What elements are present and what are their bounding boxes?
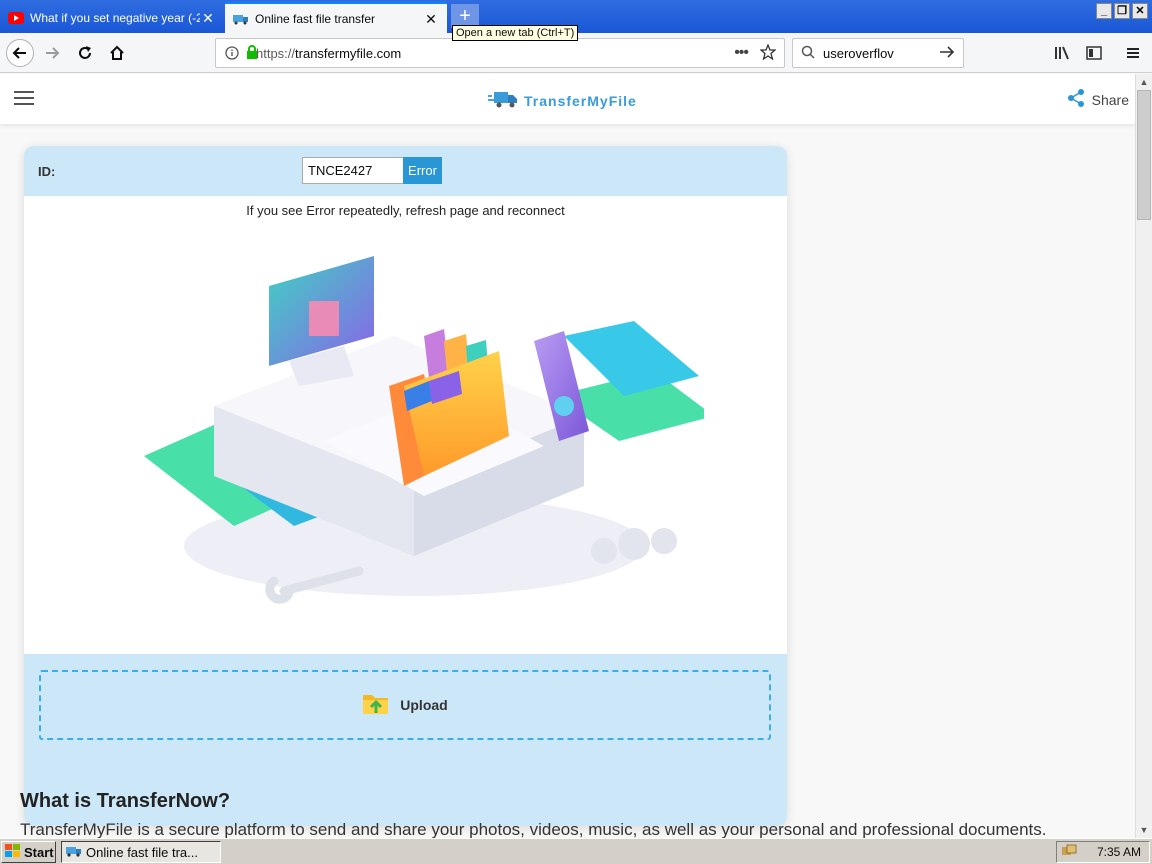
scroll-up-arrow-icon[interactable]: ▲ <box>1136 74 1152 90</box>
search-bar[interactable]: useroverflov <box>792 38 964 68</box>
youtube-icon <box>8 10 24 26</box>
home-button[interactable] <box>103 39 131 67</box>
windows-logo-icon <box>5 843 21 861</box>
browser-tab-bar: What if you set negative year (-2 ✕ Onli… <box>0 0 1152 41</box>
close-icon[interactable]: ✕ <box>200 10 216 26</box>
minimize-button[interactable]: _ <box>1096 3 1112 19</box>
connection-status-button[interactable]: Error <box>403 157 442 184</box>
sidebar-icon[interactable] <box>1086 46 1102 63</box>
vertical-scrollbar[interactable]: ▲ ▼ <box>1135 74 1152 838</box>
close-icon[interactable]: ✕ <box>423 11 439 27</box>
url-domain: transfermyfile.com <box>295 45 402 61</box>
search-go-icon[interactable] <box>939 45 955 62</box>
tab-title: Online fast file transfer <box>255 11 376 26</box>
id-label: ID: <box>38 164 56 179</box>
taskbar: Start Online fast file tra... 7:35 AM <box>0 838 1152 864</box>
library-icon[interactable] <box>1054 46 1070 63</box>
taskbar-item-label: Online fast file tra... <box>86 844 198 860</box>
screen: What if you set negative year (-2 ✕ Onli… <box>0 0 1152 864</box>
system-tray: 7:35 AM <box>1056 841 1150 863</box>
clock[interactable]: 7:35 AM <box>1097 845 1141 859</box>
search-icon <box>801 45 815 62</box>
info-icon[interactable] <box>225 46 239 63</box>
share-button[interactable]: Share <box>1066 88 1129 111</box>
lock-icon <box>245 45 259 63</box>
taskbar-item-browser[interactable]: Online fast file tra... <box>61 841 221 863</box>
back-button[interactable] <box>6 39 34 67</box>
connection-panel: ID: TNCE2427 Error <box>24 146 787 196</box>
window-controls: _ ❐ ✕ <box>1096 3 1148 19</box>
tab-title: What if you set negative year (-2 <box>30 10 200 25</box>
scroll-down-arrow-icon[interactable]: ▼ <box>1136 822 1152 838</box>
forward-arrow-icon <box>46 47 60 59</box>
upload-dropzone[interactable]: Upload <box>39 670 771 740</box>
section-heading: What is TransferNow? <box>20 790 231 812</box>
site-header: TransferMyFile Share <box>0 74 1135 124</box>
menu-icon[interactable] <box>1126 46 1140 63</box>
reload-button[interactable] <box>71 39 99 67</box>
section-description: TransferMyFile is a secure platform to s… <box>20 820 1047 838</box>
browser-app-icon <box>66 844 82 861</box>
tray-network-icon[interactable] <box>1061 843 1077 862</box>
page-actions-icon[interactable]: ••• <box>734 44 749 62</box>
id-input[interactable]: TNCE2427 <box>302 157 404 184</box>
start-button[interactable]: Start <box>1 841 56 863</box>
share-icon <box>1066 88 1086 111</box>
transfer-card: ID: TNCE2427 Error If you see Error repe… <box>24 146 787 826</box>
tab-youtube[interactable]: What if you set negative year (-2 ✕ <box>0 2 224 33</box>
bookmark-star-icon[interactable] <box>759 42 777 63</box>
search-input[interactable]: useroverflov <box>823 46 939 61</box>
tab-transfer[interactable]: Online fast file transfer ✕ <box>225 2 447 33</box>
back-arrow-icon <box>12 47 26 59</box>
web-page: TransferMyFile Share ID: TNCE2427 Error … <box>0 74 1135 838</box>
folder-upload-icon <box>362 691 390 720</box>
logo-text: TransferMyFile <box>524 92 637 109</box>
share-label: Share <box>1091 91 1129 108</box>
truck-icon <box>233 11 249 27</box>
url-prefix: https:// <box>256 45 296 61</box>
url-text: https://transfermyfile.com <box>256 46 734 61</box>
reload-icon <box>79 46 91 59</box>
file-transfer-illustration <box>144 256 704 604</box>
address-bar[interactable]: https://transfermyfile.com ••• <box>215 38 785 68</box>
new-tab-tooltip: Open a new tab (Ctrl+T) <box>452 25 579 41</box>
window-close-button[interactable]: ✕ <box>1132 3 1148 19</box>
restore-button[interactable]: ❐ <box>1114 3 1130 19</box>
scrollbar-thumb[interactable] <box>1137 90 1151 220</box>
hamburger-menu-icon[interactable] <box>14 91 34 105</box>
forward-button[interactable] <box>38 39 66 67</box>
start-label: Start <box>24 844 54 860</box>
home-icon <box>110 45 124 60</box>
upload-label: Upload <box>400 697 448 713</box>
reconnect-notice: If you see Error repeatedly, refresh pag… <box>246 203 565 218</box>
site-logo[interactable]: TransferMyFile <box>488 90 637 111</box>
truck-icon <box>488 90 518 111</box>
